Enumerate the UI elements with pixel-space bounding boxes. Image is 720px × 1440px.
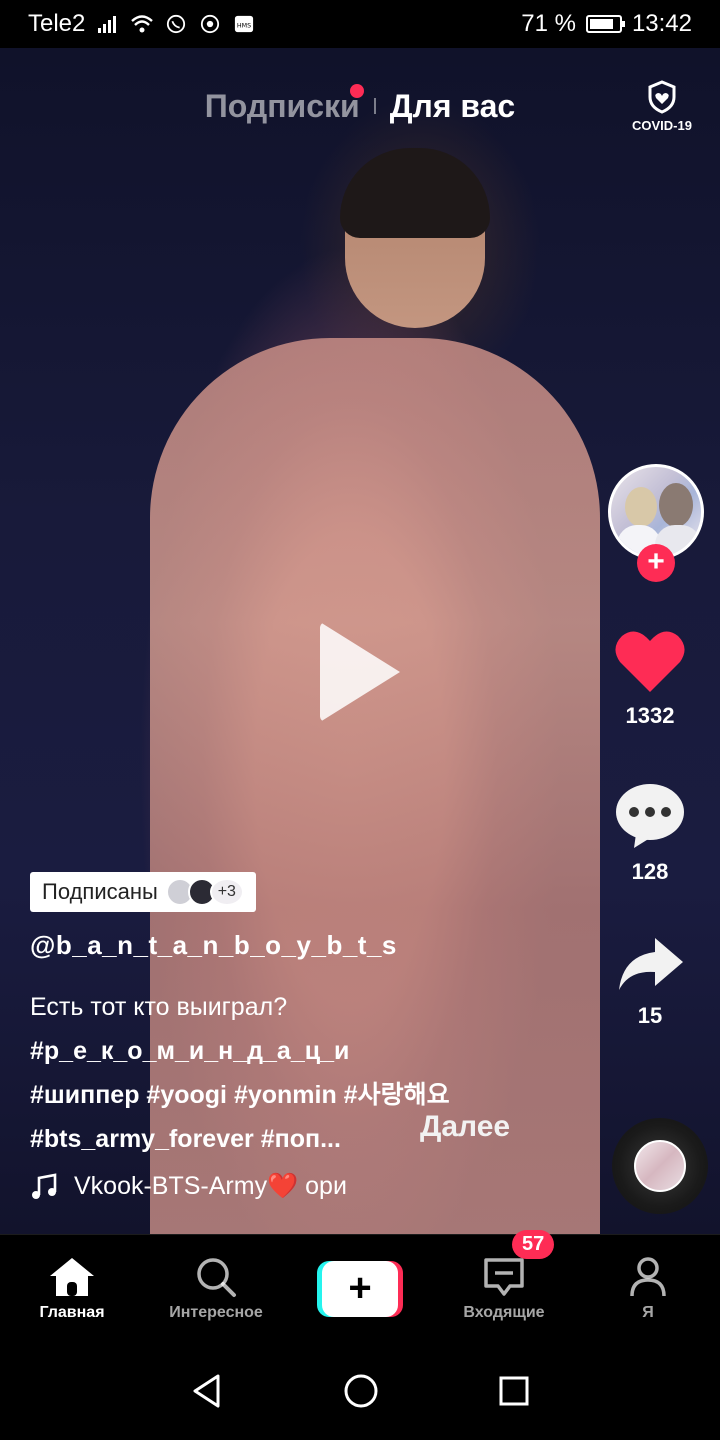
nav-profile[interactable]: Я [578, 1256, 718, 1322]
inbox-badge: 57 [512, 1229, 555, 1259]
nav-discover-label: Интересное [169, 1303, 263, 1321]
sound-info[interactable]: Vkook-BTS-Army❤️ ори [30, 1172, 384, 1201]
shield-icon [648, 80, 676, 114]
comment-icon [616, 784, 684, 848]
status-bar: Tele2 HMS 71 % 13:42 [0, 0, 720, 48]
system-nav-bar [0, 1342, 720, 1440]
follow-button[interactable]: + [637, 544, 675, 582]
tab-divider [373, 98, 376, 114]
nav-create[interactable]: + [290, 1260, 430, 1317]
following-new-dot [350, 84, 364, 98]
comment-count: 128 [631, 859, 669, 884]
back-icon[interactable] [190, 1373, 224, 1409]
clock: 13:42 [631, 10, 692, 37]
play-icon[interactable] [320, 622, 400, 722]
more-link[interactable]: Далее [420, 1110, 510, 1144]
tab-for-you[interactable]: Для вас [390, 88, 516, 125]
carrier-label: Tele2 [28, 10, 86, 37]
friend-more-count: +3 [209, 878, 244, 906]
covid-button[interactable]: COVID-19 [630, 80, 694, 133]
bottom-nav: Главная Интересное + Входящие 57 Я [0, 1229, 720, 1342]
heart-icon [615, 631, 685, 692]
search-icon [197, 1257, 236, 1297]
nav-discover[interactable]: Интересное [146, 1256, 286, 1322]
plus-icon: + [322, 1260, 398, 1317]
battery-percent: 71 % [521, 10, 576, 37]
home-icon [50, 1257, 94, 1296]
signal-icon [98, 16, 117, 33]
covid-label: COVID-19 [632, 118, 692, 133]
share-count: 15 [637, 1003, 663, 1028]
svg-text:HMS: HMS [237, 23, 251, 30]
inbox-icon [484, 1257, 524, 1296]
nav-home[interactable]: Главная [2, 1256, 142, 1322]
create-button[interactable]: + [317, 1260, 403, 1317]
profile-icon [630, 1256, 666, 1296]
like-count: 1332 [625, 703, 675, 728]
music-disc-cover [634, 1140, 686, 1192]
tab-following[interactable]: Подписки [205, 88, 360, 125]
share-arrow-icon [619, 938, 683, 990]
caption-text: Есть тот кто выиграл? [30, 993, 288, 1021]
share-button[interactable]: 15 [602, 934, 698, 1029]
home-circle-icon[interactable] [343, 1373, 379, 1409]
nav-inbox-label: Входящие [463, 1303, 545, 1321]
video-frame-hair [340, 148, 490, 238]
hms-icon: HMS [235, 15, 254, 33]
followed-label: Подписаны [42, 879, 158, 904]
sound-title: Vkook-BTS-Army❤️ ори [74, 1172, 347, 1200]
music-disc[interactable] [612, 1118, 708, 1214]
nav-profile-label: Я [642, 1303, 654, 1321]
nav-inbox[interactable]: Входящие 57 [434, 1229, 574, 1322]
followed-by-chip[interactable]: Подписаны +3 [30, 872, 256, 912]
music-note-icon [32, 1172, 57, 1199]
like-button[interactable]: 1332 [602, 628, 698, 729]
battery-icon [585, 15, 625, 33]
hashtags-line[interactable]: #р_е_к_о_м_и_н_д_а_ц_и [30, 1029, 590, 1073]
notification-app-icon [201, 14, 220, 34]
wifi-icon [131, 15, 154, 33]
creator-avatar[interactable]: + [608, 464, 704, 582]
recents-icon[interactable] [498, 1375, 530, 1407]
whatsapp-icon [167, 14, 186, 34]
creator-username[interactable]: @b_a_n_t_a_n_b_o_y_b_t_s [30, 930, 397, 961]
nav-home-label: Главная [39, 1303, 105, 1321]
comment-button[interactable]: 128 [602, 782, 698, 885]
